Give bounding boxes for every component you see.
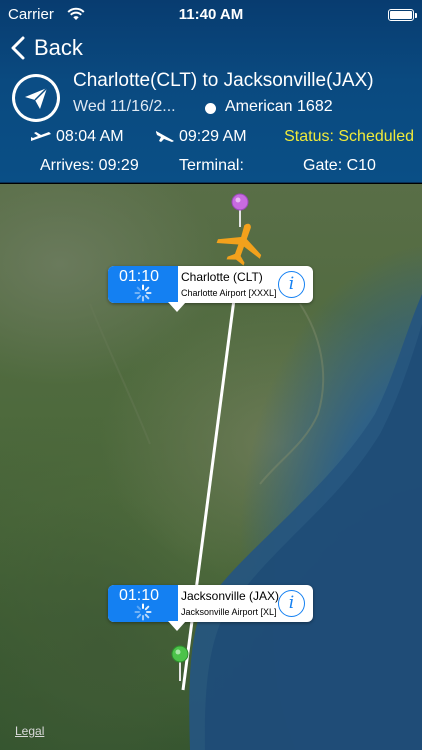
destination-airport-callout[interactable]: 01:10 Jacksonville (JAX) Jacksonville Ai… — [108, 585, 313, 631]
destination-airport-name: Jacksonville (JAX) — [181, 589, 280, 603]
loading-spinner-icon — [134, 603, 152, 621]
destination-pin-icon[interactable] — [171, 645, 189, 681]
airline-dot — [205, 103, 216, 114]
terminal-label: Terminal: — [179, 157, 244, 174]
departure-time: 08:04 AM — [56, 128, 124, 145]
arrival-time: 09:29 AM — [179, 128, 247, 145]
flight-header: Carrier 11:40 AM Back Charlotte(CLT) to … — [0, 0, 422, 183]
battery-icon — [388, 9, 417, 21]
flight-status: Status: Scheduled — [284, 128, 414, 145]
arrives-time: Arrives: 09:29 — [40, 157, 139, 174]
info-icon[interactable]: i — [278, 271, 305, 298]
flight-badge — [12, 74, 60, 122]
origin-eta-block: 01:10 — [108, 266, 178, 303]
airplane-marker-icon[interactable] — [212, 219, 268, 267]
chevron-left-icon — [11, 36, 25, 60]
takeoff-icon — [31, 132, 51, 141]
landing-icon — [156, 131, 174, 142]
clock: 11:40 AM — [178, 6, 244, 23]
airline-flight-number: American 1682 — [225, 98, 333, 115]
destination-eta-block: 01:10 — [108, 585, 178, 622]
route-title: Charlotte(CLT) to Jacksonville(JAX) — [73, 70, 374, 91]
origin-airport-callout[interactable]: 01:10 Charlotte (CLT) Charlotte Airport … — [108, 266, 313, 312]
loading-spinner-icon — [134, 284, 152, 302]
origin-airport-name: Charlotte (CLT) — [181, 270, 263, 284]
back-label: Back — [34, 35, 83, 60]
paper-plane-icon — [25, 87, 48, 109]
origin-airport-detail: Charlotte Airport [XXXL] — [181, 288, 277, 298]
info-icon[interactable]: i — [278, 590, 305, 617]
legal-link[interactable]: Legal — [15, 724, 44, 738]
callout-tail — [168, 302, 186, 312]
status-bar: Carrier 11:40 AM — [0, 0, 422, 30]
flight-date: Wed 11/16/2... — [73, 98, 176, 115]
back-button[interactable]: Back — [10, 33, 83, 63]
gate-label: Gate: C10 — [303, 157, 376, 174]
satellite-map[interactable]: 01:10 Charlotte (CLT) Charlotte Airport … — [0, 184, 422, 750]
callout-tail — [168, 621, 186, 631]
destination-airport-detail: Jacksonville Airport [XL] — [181, 607, 277, 617]
